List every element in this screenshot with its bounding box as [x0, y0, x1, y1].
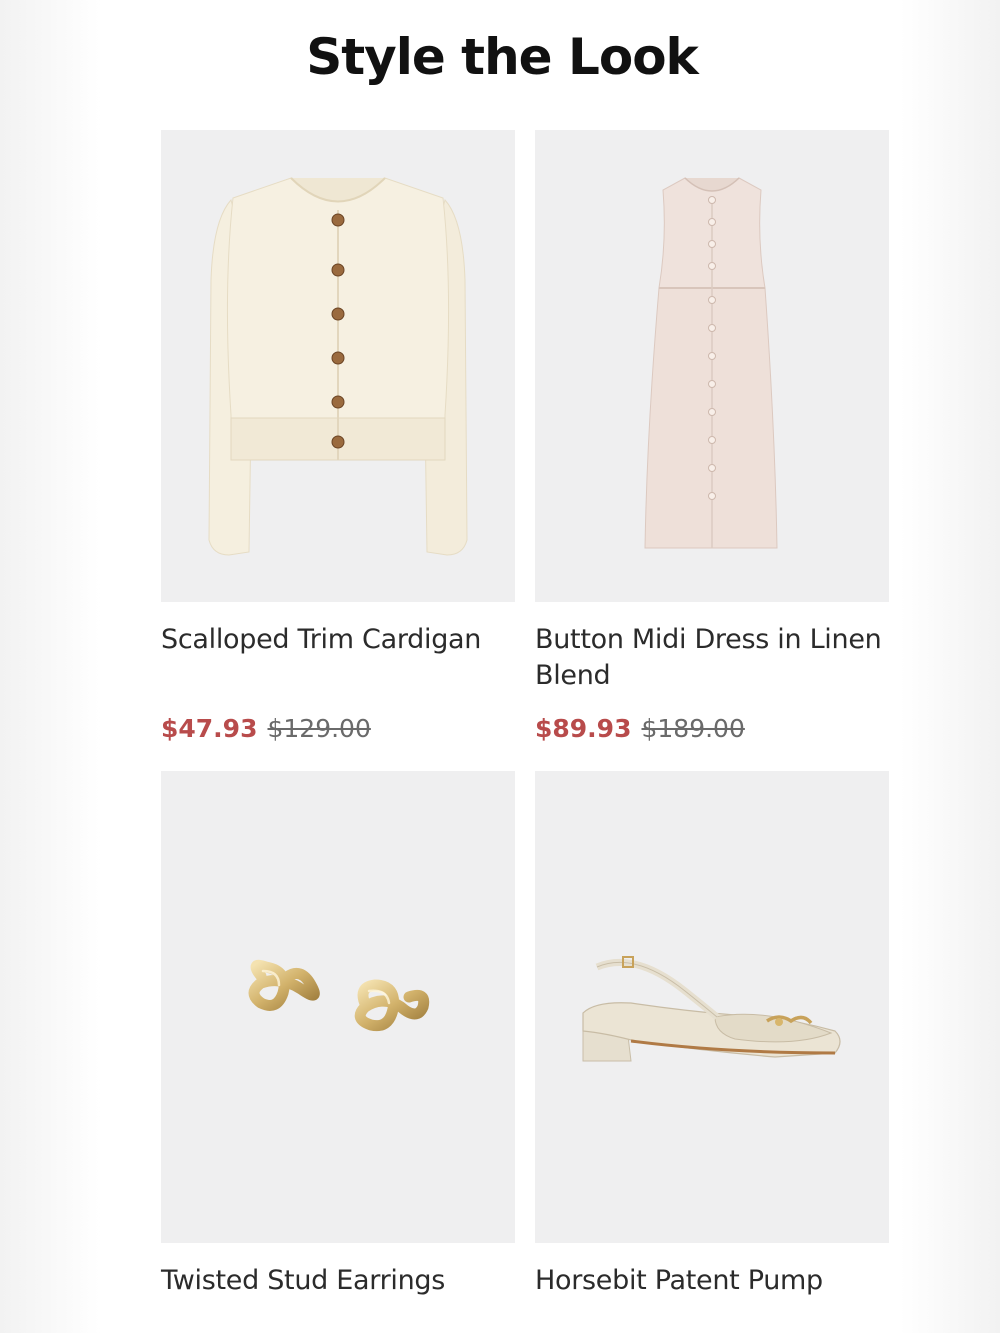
- page-container: Style the Look Scalloped Trim Cardigan $…: [100, 0, 900, 1333]
- product-name[interactable]: Scalloped Trim Cardigan: [161, 622, 515, 694]
- product-image-cardigan[interactable]: [161, 130, 515, 602]
- price-row: $47.93 $129.00: [161, 714, 515, 744]
- product-image-earrings[interactable]: [161, 771, 515, 1243]
- product-name[interactable]: Twisted Stud Earrings: [161, 1263, 515, 1333]
- original-price: $129.00: [267, 714, 371, 743]
- page-title: Style the Look: [306, 28, 699, 86]
- dress-image: [644, 177, 778, 549]
- product-card-earrings[interactable]: Twisted Stud Earrings: [161, 771, 515, 1333]
- product-name[interactable]: Button Midi Dress in Linen Blend: [535, 622, 889, 694]
- sale-price: $89.93: [535, 714, 632, 743]
- original-price: $189.00: [641, 714, 745, 743]
- cardigan-image: [208, 177, 468, 556]
- earrings-image: [248, 959, 430, 1032]
- price-row: $89.93 $189.00: [535, 714, 889, 744]
- product-card-dress[interactable]: Button Midi Dress in Linen Blend $89.93 $…: [535, 130, 889, 744]
- sale-price: $47.93: [161, 714, 258, 743]
- product-image-pump[interactable]: [535, 771, 889, 1243]
- product-card-pump[interactable]: Horsebit Patent Pump: [535, 771, 889, 1333]
- product-name[interactable]: Horsebit Patent Pump: [535, 1263, 889, 1333]
- product-image-dress[interactable]: [535, 130, 889, 602]
- product-card-cardigan[interactable]: Scalloped Trim Cardigan $47.93 $129.00: [161, 130, 515, 744]
- pump-image: [582, 956, 841, 1062]
